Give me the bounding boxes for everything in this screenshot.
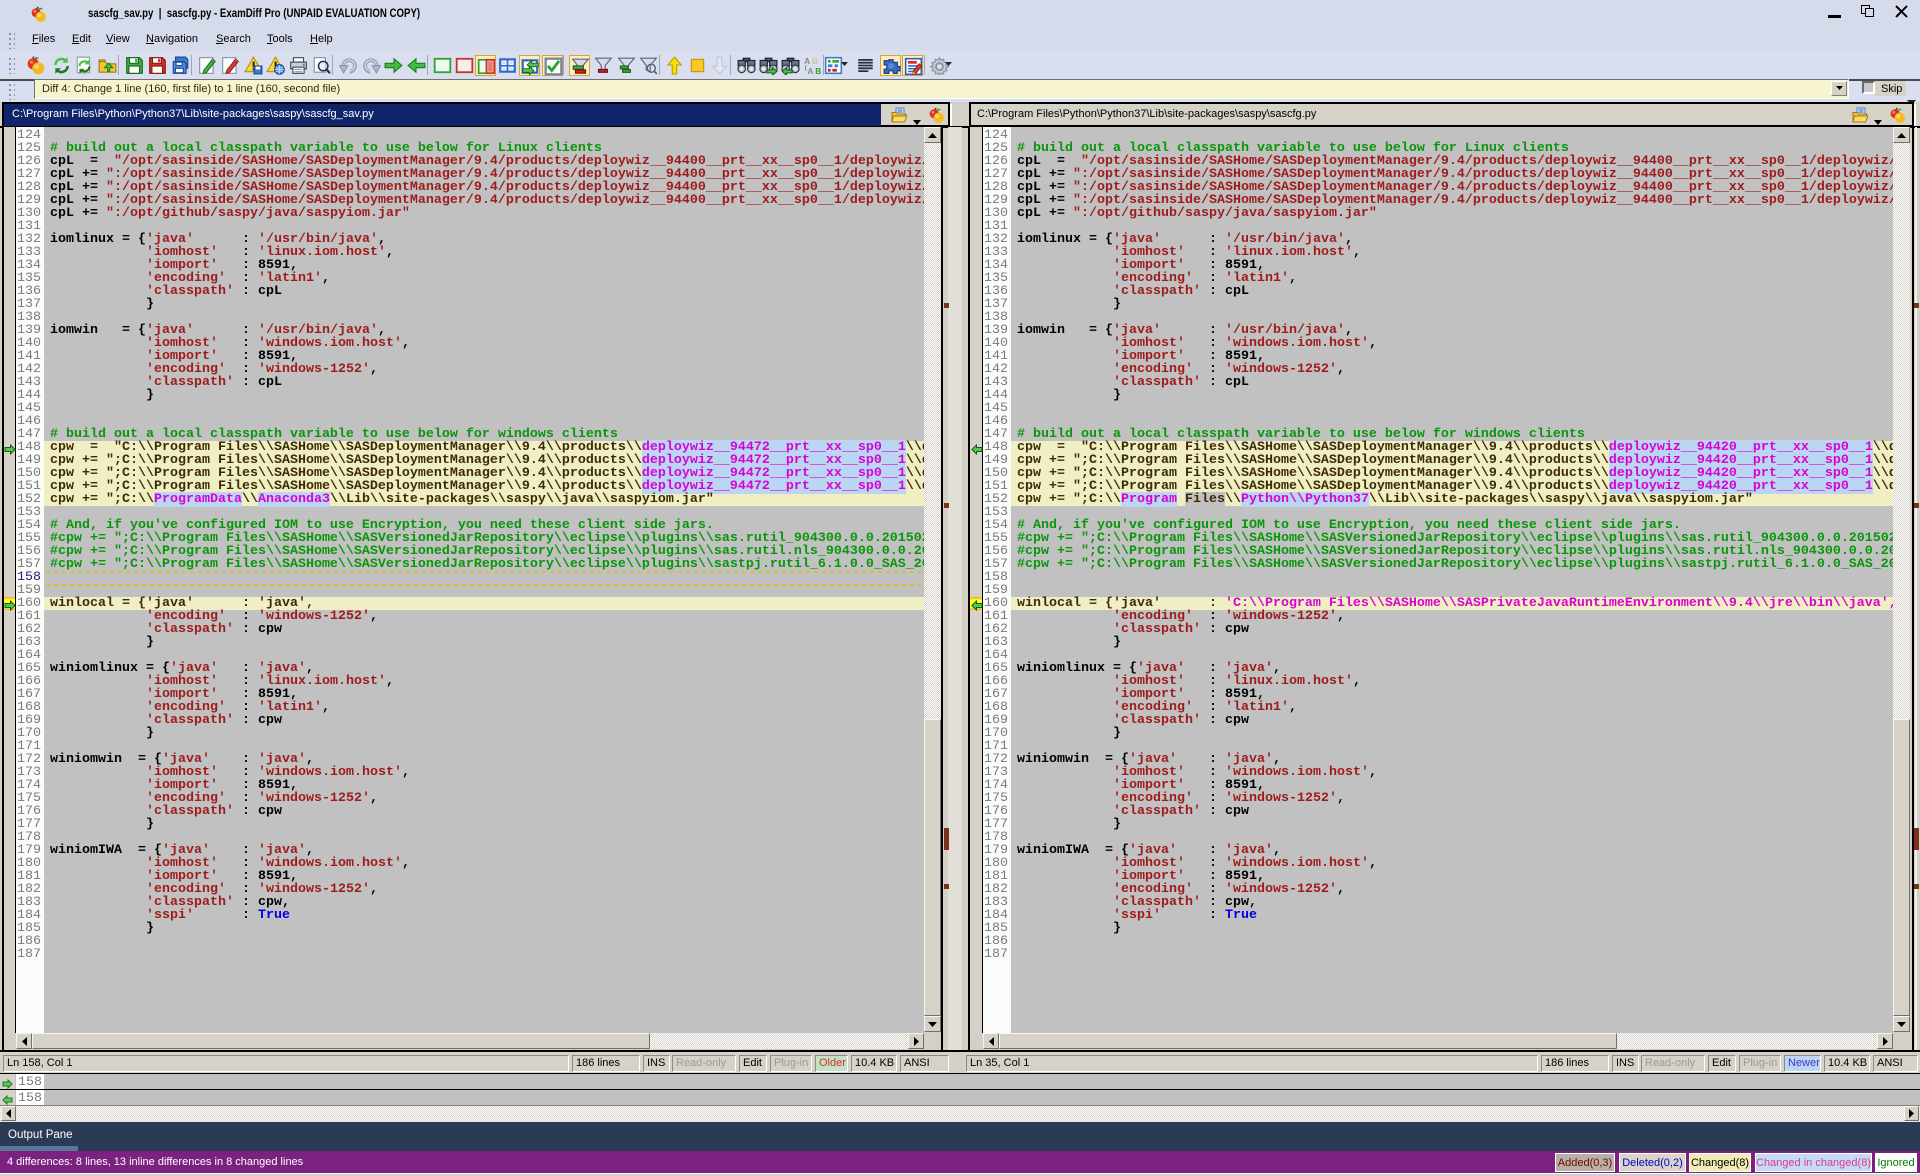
svg-text:A: A (804, 56, 810, 66)
svg-text:A: A (807, 66, 813, 75)
svg-text:B: B (812, 56, 818, 66)
svg-text:B: B (815, 66, 821, 75)
